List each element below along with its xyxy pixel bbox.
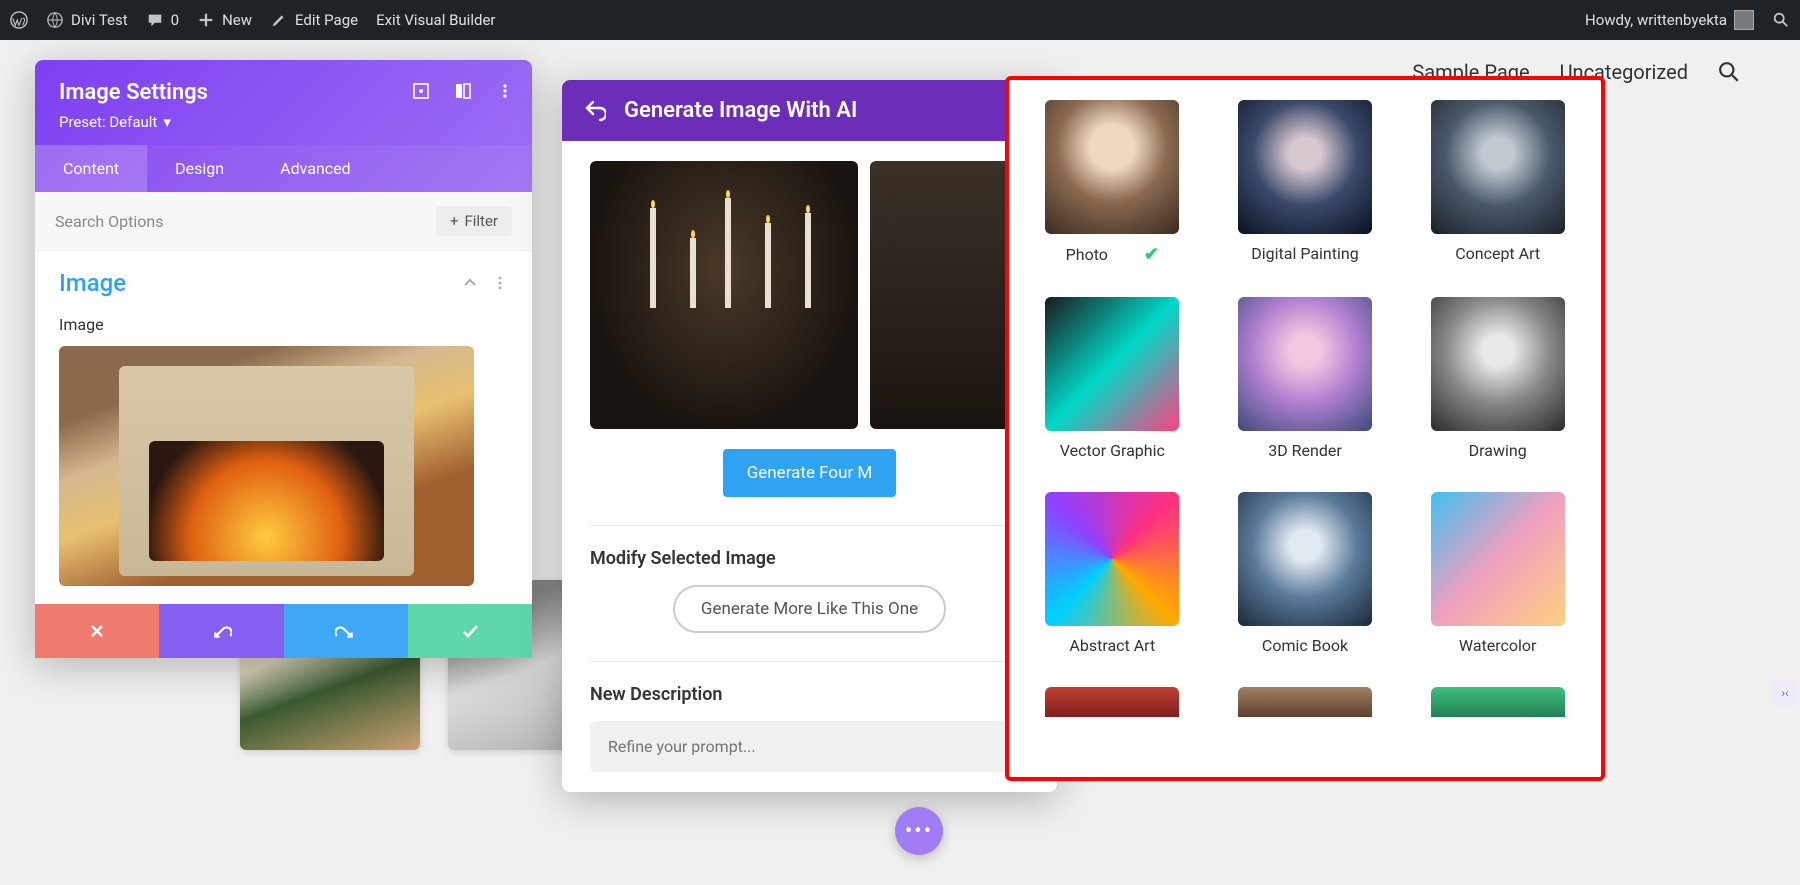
style-thumb (1238, 687, 1372, 717)
search-row: Search Options + Filter (35, 192, 532, 251)
style-abstract-art[interactable]: Abstract Art (1037, 492, 1188, 655)
search-input[interactable]: Search Options (55, 212, 163, 231)
settings-tabs: Content Design Advanced (35, 145, 532, 192)
style-drawing[interactable]: Drawing (1422, 297, 1573, 460)
settings-footer (35, 604, 532, 658)
new-desc-heading: New Description (590, 684, 1029, 705)
tab-design[interactable]: Design (147, 145, 252, 192)
style-extra-2[interactable] (1230, 687, 1381, 727)
refine-prompt-input[interactable] (590, 721, 1029, 772)
plus-icon: + (450, 212, 459, 230)
comments-count: 0 (171, 11, 179, 29)
style-thumb (1045, 100, 1179, 234)
comments-link[interactable]: 0 (146, 11, 179, 29)
style-thumb (1238, 492, 1372, 626)
exit-vb-link[interactable]: Exit Visual Builder (376, 11, 495, 29)
section-title[interactable]: Image (59, 269, 126, 297)
style-thumb (1431, 297, 1565, 431)
style-thumb (1238, 297, 1372, 431)
search-icon[interactable] (1772, 11, 1790, 29)
style-watercolor[interactable]: Watercolor (1422, 492, 1573, 655)
settings-header: Image Settings Preset: Default ▾ (35, 60, 532, 145)
wp-admin-bar: Divi Test 0 New Edit Page Exit Visual Bu… (0, 0, 1800, 40)
style-thumb (1431, 100, 1565, 234)
ai-header: Generate Image With AI (562, 80, 1057, 141)
undo-button[interactable] (159, 604, 283, 658)
avatar (1734, 10, 1754, 30)
generate-four-button[interactable]: Generate Four M (723, 449, 897, 497)
edit-page-label: Edit Page (295, 11, 358, 29)
style-photo[interactable]: Photo✔ (1037, 100, 1188, 265)
style-thumb (1238, 100, 1372, 234)
style-digital-painting[interactable]: Digital Painting (1230, 100, 1381, 265)
collapse-icon[interactable] (462, 275, 478, 291)
exit-vb-label: Exit Visual Builder (376, 11, 495, 29)
image-preview[interactable] (59, 346, 474, 586)
style-extra-1[interactable] (1037, 687, 1188, 727)
chevron-down-icon: ▾ (163, 113, 171, 131)
style-concept-art[interactable]: Concept Art (1422, 100, 1573, 265)
nav-search-icon[interactable] (1718, 61, 1740, 83)
back-icon[interactable] (584, 100, 606, 122)
style-3d-render[interactable]: 3D Render (1230, 297, 1381, 460)
redo-button[interactable] (284, 604, 408, 658)
more-icon[interactable] (496, 82, 514, 100)
style-picker: Photo✔ Digital Painting Concept Art Vect… (1005, 76, 1605, 781)
style-comic-book[interactable]: Comic Book (1230, 492, 1381, 655)
ai-title: Generate Image With AI (624, 98, 857, 123)
site-link[interactable]: Divi Test (46, 11, 128, 29)
builder-fab[interactable]: ••• (895, 807, 943, 855)
wp-logo[interactable] (10, 11, 28, 29)
check-icon: ✔ (1144, 244, 1159, 265)
tab-content[interactable]: Content (35, 145, 147, 192)
generated-image[interactable] (870, 161, 1025, 429)
style-thumb (1431, 687, 1565, 717)
cancel-button[interactable] (35, 604, 159, 658)
ai-image-row (590, 161, 1029, 429)
more-like-button[interactable]: Generate More Like This One (673, 585, 946, 633)
style-thumb (1045, 492, 1179, 626)
filter-button[interactable]: + Filter (436, 206, 512, 236)
tab-advanced[interactable]: Advanced (252, 145, 379, 192)
style-extra-3[interactable] (1422, 687, 1573, 727)
howdy-text: Howdy, writtenbyekta (1585, 11, 1727, 29)
style-vector-graphic[interactable]: Vector Graphic (1037, 297, 1188, 460)
image-settings-panel: Image Settings Preset: Default ▾ Content… (35, 60, 532, 658)
generated-image[interactable] (590, 161, 858, 429)
style-thumb (1045, 687, 1179, 717)
style-thumb (1045, 297, 1179, 431)
site-name: Divi Test (71, 11, 128, 29)
side-toggle[interactable]: ›‹ (1772, 680, 1798, 706)
preset-select[interactable]: Preset: Default ▾ (59, 113, 508, 131)
style-thumb (1431, 492, 1565, 626)
modify-heading: Modify Selected Image (590, 548, 1029, 569)
account-link[interactable]: Howdy, writtenbyekta (1585, 10, 1754, 30)
new-link[interactable]: New (197, 11, 252, 29)
ai-generate-panel: Generate Image With AI Generate Four M M… (562, 80, 1057, 792)
edit-page-link[interactable]: Edit Page (270, 11, 358, 29)
section-more-icon[interactable] (492, 275, 508, 291)
expand-icon[interactable] (412, 82, 430, 100)
layout-icon[interactable] (454, 82, 472, 100)
confirm-button[interactable] (408, 604, 532, 658)
new-label: New (222, 11, 252, 29)
image-field-label: Image (59, 315, 508, 334)
